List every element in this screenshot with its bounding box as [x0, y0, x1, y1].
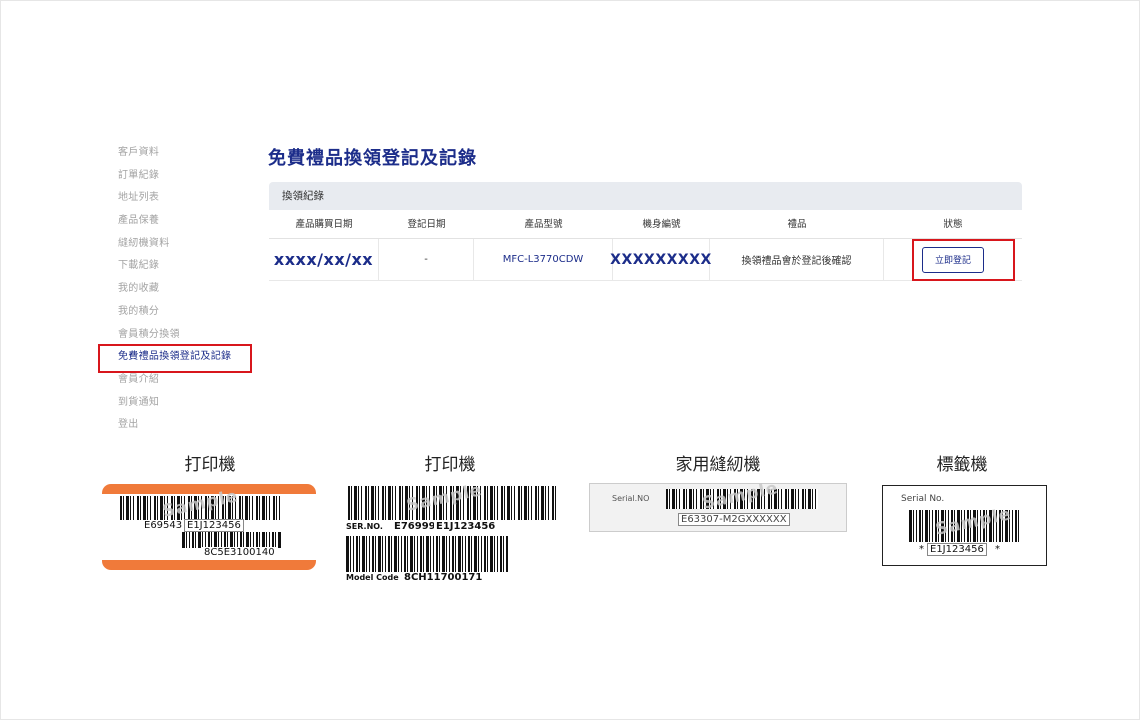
label-serial-text: E1J123456 — [434, 521, 498, 532]
account-sidebar: 客戶資料 訂單紀錄 地址列表 產品保養 縫紉機資料 下載紀錄 我的收藏 我的積分… — [118, 146, 258, 441]
serial-label-label-maker: Serial No. Sample * E1J123456 * — [882, 485, 1047, 566]
page-title: 免費禮品換領登記及記錄 — [268, 148, 477, 169]
sidebar-item-orders[interactable]: 訂單紀錄 — [118, 169, 258, 192]
label-serial-text: E63307-M2GXXXXXX — [678, 513, 790, 526]
model-code-label: Model Code — [344, 573, 401, 582]
record-header: 換領紀錄 — [269, 182, 1022, 210]
serial-cell: XXXXXXXXX — [610, 239, 711, 281]
col-status: 狀態 — [884, 210, 1022, 239]
label-text: E76999 — [392, 521, 438, 532]
sidebar-item-my-points[interactable]: 我的積分 — [118, 305, 258, 328]
sidebar-item-favorites[interactable]: 我的收藏 — [118, 282, 258, 305]
label-text: E69543 — [142, 520, 185, 531]
table-row: xxxx/xx/xx - MFC-L3770CDW XXXXXXXXX 換領禮品… — [269, 239, 1022, 281]
col-gift: 禮品 — [710, 210, 884, 239]
model-cell: MFC-L3770CDW — [474, 239, 613, 281]
col-serial: 機身編號 — [613, 210, 710, 239]
label-serial-text: E1J123456 — [927, 543, 987, 556]
purchase-date-cell: xxxx/xx/xx — [269, 239, 379, 281]
label-serial-text: E1J123456 — [184, 519, 244, 532]
barcode — [182, 532, 282, 548]
col-purchase-date: 產品購買日期 — [269, 210, 379, 239]
sidebar-highlight-box — [98, 344, 252, 373]
table-header-row: 產品購買日期 登記日期 產品型號 機身編號 禮品 狀態 — [269, 210, 1022, 239]
ser-no-label: SER.NO. — [344, 522, 385, 531]
redeem-record-table: 換領紀錄 產品購買日期 登記日期 產品型號 機身編號 禮品 狀態 xxxx/xx… — [269, 182, 1022, 281]
col-model: 產品型號 — [474, 210, 613, 239]
sidebar-item-logout[interactable]: 登出 — [118, 418, 258, 441]
sidebar-item-sewing-machine[interactable]: 縫紉機資料 — [118, 237, 258, 260]
sidebar-item-product-care[interactable]: 產品保養 — [118, 214, 258, 237]
col-register-date: 登記日期 — [379, 210, 474, 239]
asterisk-left: * — [917, 544, 926, 555]
serial-no-label: Serial.NO — [612, 494, 650, 503]
serial-label-printer-2: Sample SER.NO. E76999 E1J123456 Model Co… — [344, 480, 560, 584]
sidebar-item-customer-info[interactable]: 客戶資料 — [118, 146, 258, 169]
example-title-printer-2: 打印機 — [424, 455, 476, 475]
register-date-cell: - — [379, 239, 474, 281]
example-title-printer-1: 打印機 — [184, 455, 236, 475]
status-highlight-box — [912, 239, 1015, 281]
example-title-label-maker: 標籤機 — [936, 455, 988, 475]
sidebar-item-downloads[interactable]: 下載紀錄 — [118, 259, 258, 282]
model-code-value: 8CH11700171 — [402, 572, 485, 583]
label-code-text: 8C5E3100140 — [202, 547, 277, 558]
sidebar-item-stock-alert[interactable]: 到貨通知 — [118, 396, 258, 419]
gift-cell: 換領禮品會於登記後確認 — [710, 239, 884, 281]
example-title-sewing-machine: 家用縫紉機 — [675, 455, 761, 475]
sidebar-item-referral[interactable]: 會員介紹 — [118, 373, 258, 396]
barcode — [346, 536, 508, 572]
asterisk-right: * — [993, 544, 1002, 555]
serial-no-label: Serial No. — [899, 494, 947, 504]
serial-label-printer-1: Sample E69543 E1J123456 8C5E3100140 — [102, 484, 316, 570]
sidebar-item-addresses[interactable]: 地址列表 — [118, 191, 258, 214]
serial-label-sewing-machine: Serial.NO Sample E63307-M2GXXXXXX — [589, 478, 847, 532]
